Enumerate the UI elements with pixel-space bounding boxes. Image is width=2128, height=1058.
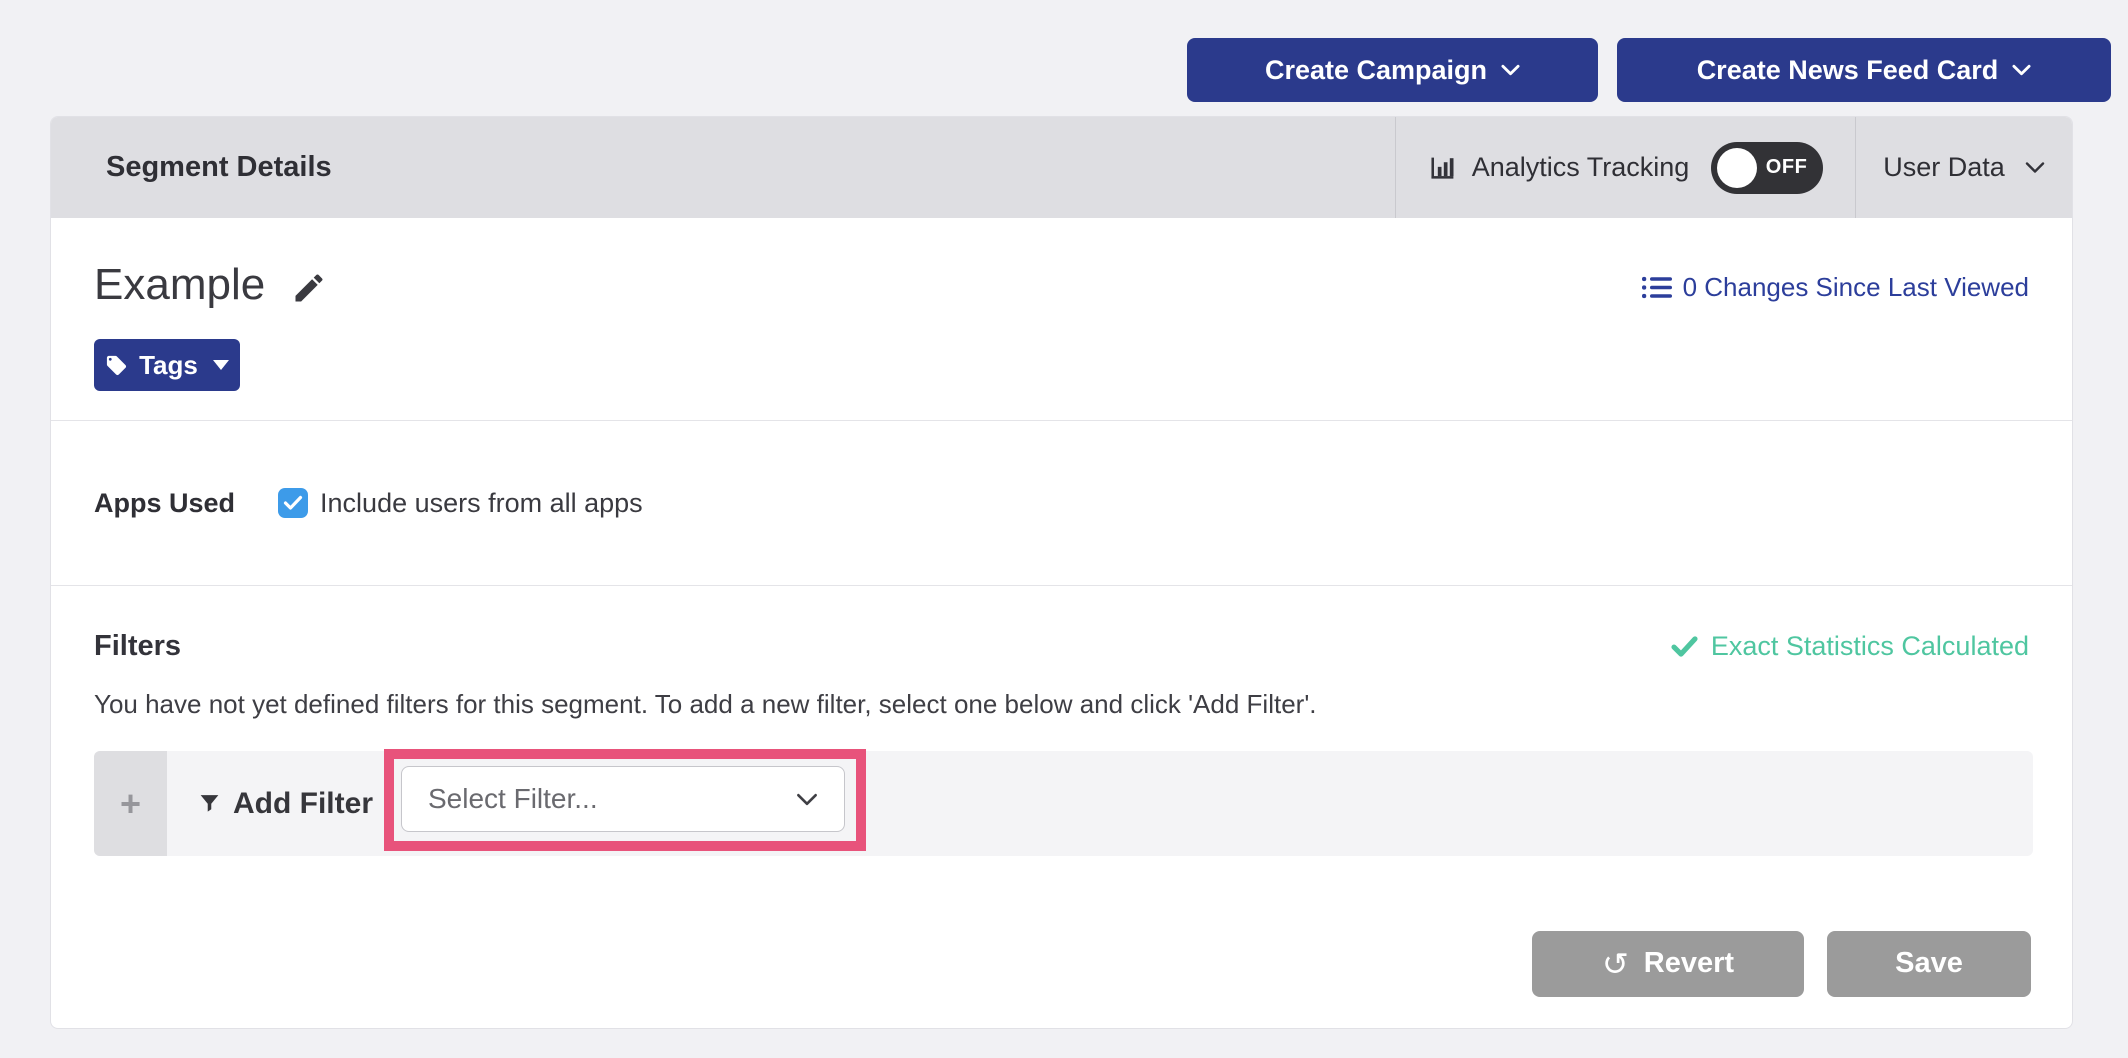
add-filter-label: Add Filter bbox=[233, 787, 373, 821]
changes-link-label: 0 Changes Since Last Viewed bbox=[1683, 272, 2029, 303]
segment-name: Example bbox=[94, 260, 265, 310]
caret-down-icon bbox=[213, 360, 229, 370]
segment-details-panel: Segment Details Analytics Tracking OFF U… bbox=[50, 116, 2073, 1029]
bar-chart-icon bbox=[1428, 153, 1458, 183]
edit-name-pencil-icon[interactable] bbox=[291, 270, 327, 306]
checkmark-icon bbox=[283, 495, 303, 511]
tag-icon bbox=[105, 354, 128, 377]
segment-title-section: Example 0 Changes Since Last Viewed bbox=[51, 218, 2072, 421]
chevron-down-icon bbox=[2025, 161, 2045, 174]
filters-heading: Filters bbox=[94, 630, 181, 663]
create-news-feed-card-label: Create News Feed Card bbox=[1697, 55, 1999, 86]
select-filter-placeholder: Select Filter... bbox=[428, 783, 598, 815]
analytics-tracking-toggle[interactable]: OFF bbox=[1711, 142, 1823, 194]
check-icon bbox=[1671, 636, 1698, 657]
apps-used-section: Apps Used Include users from all apps bbox=[51, 421, 2072, 586]
analytics-tracking-block: Analytics Tracking OFF bbox=[1395, 117, 1855, 218]
include-all-apps-label: Include users from all apps bbox=[320, 488, 643, 519]
tags-button-label: Tags bbox=[139, 350, 198, 381]
top-action-bar: Create Campaign Create News Feed Card bbox=[1187, 38, 2111, 102]
revert-button[interactable]: ↺ Revert bbox=[1532, 931, 1804, 997]
save-button-label: Save bbox=[1895, 947, 1963, 980]
revert-button-label: Revert bbox=[1644, 947, 1734, 980]
revert-undo-icon: ↺ bbox=[1602, 948, 1629, 980]
add-filter-row: + Add Filter bbox=[94, 751, 2033, 856]
toggle-knob bbox=[1717, 148, 1757, 188]
tags-button[interactable]: Tags bbox=[94, 339, 240, 391]
create-campaign-label: Create Campaign bbox=[1265, 55, 1487, 86]
create-campaign-button[interactable]: Create Campaign bbox=[1187, 38, 1598, 102]
filters-section: Filters Exact Statistics Calculated You … bbox=[51, 586, 2072, 897]
select-filter-dropdown[interactable]: Select Filter... bbox=[401, 766, 845, 832]
exact-statistics-status: Exact Statistics Calculated bbox=[1671, 631, 2029, 662]
add-filter-plus-button[interactable]: + bbox=[94, 751, 167, 856]
create-news-feed-card-button[interactable]: Create News Feed Card bbox=[1617, 38, 2111, 102]
exact-statistics-label: Exact Statistics Calculated bbox=[1711, 631, 2029, 662]
apps-used-label: Apps Used bbox=[94, 488, 235, 519]
chevron-down-icon bbox=[2012, 64, 2031, 76]
analytics-tracking-label: Analytics Tracking bbox=[1472, 152, 1690, 183]
chevron-down-icon bbox=[796, 793, 818, 806]
funnel-icon bbox=[197, 791, 222, 816]
toggle-state-label: OFF bbox=[1766, 156, 1808, 179]
chevron-down-icon bbox=[1501, 64, 1520, 76]
panel-header-bar: Segment Details Analytics Tracking OFF U… bbox=[51, 117, 2072, 218]
add-filter-label-group: Add Filter bbox=[197, 787, 373, 821]
change-log-list-icon bbox=[1642, 275, 1672, 300]
save-button[interactable]: Save bbox=[1827, 931, 2031, 997]
page-title: Segment Details bbox=[51, 117, 1395, 218]
user-data-label: User Data bbox=[1883, 152, 2005, 183]
filters-empty-text: You have not yet defined filters for thi… bbox=[94, 689, 2029, 720]
panel-footer: ↺ Revert Save bbox=[51, 897, 2072, 1029]
user-data-dropdown[interactable]: User Data bbox=[1855, 117, 2072, 218]
include-all-apps-checkbox[interactable] bbox=[278, 488, 308, 518]
changes-since-last-viewed-link[interactable]: 0 Changes Since Last Viewed bbox=[1642, 272, 2029, 303]
